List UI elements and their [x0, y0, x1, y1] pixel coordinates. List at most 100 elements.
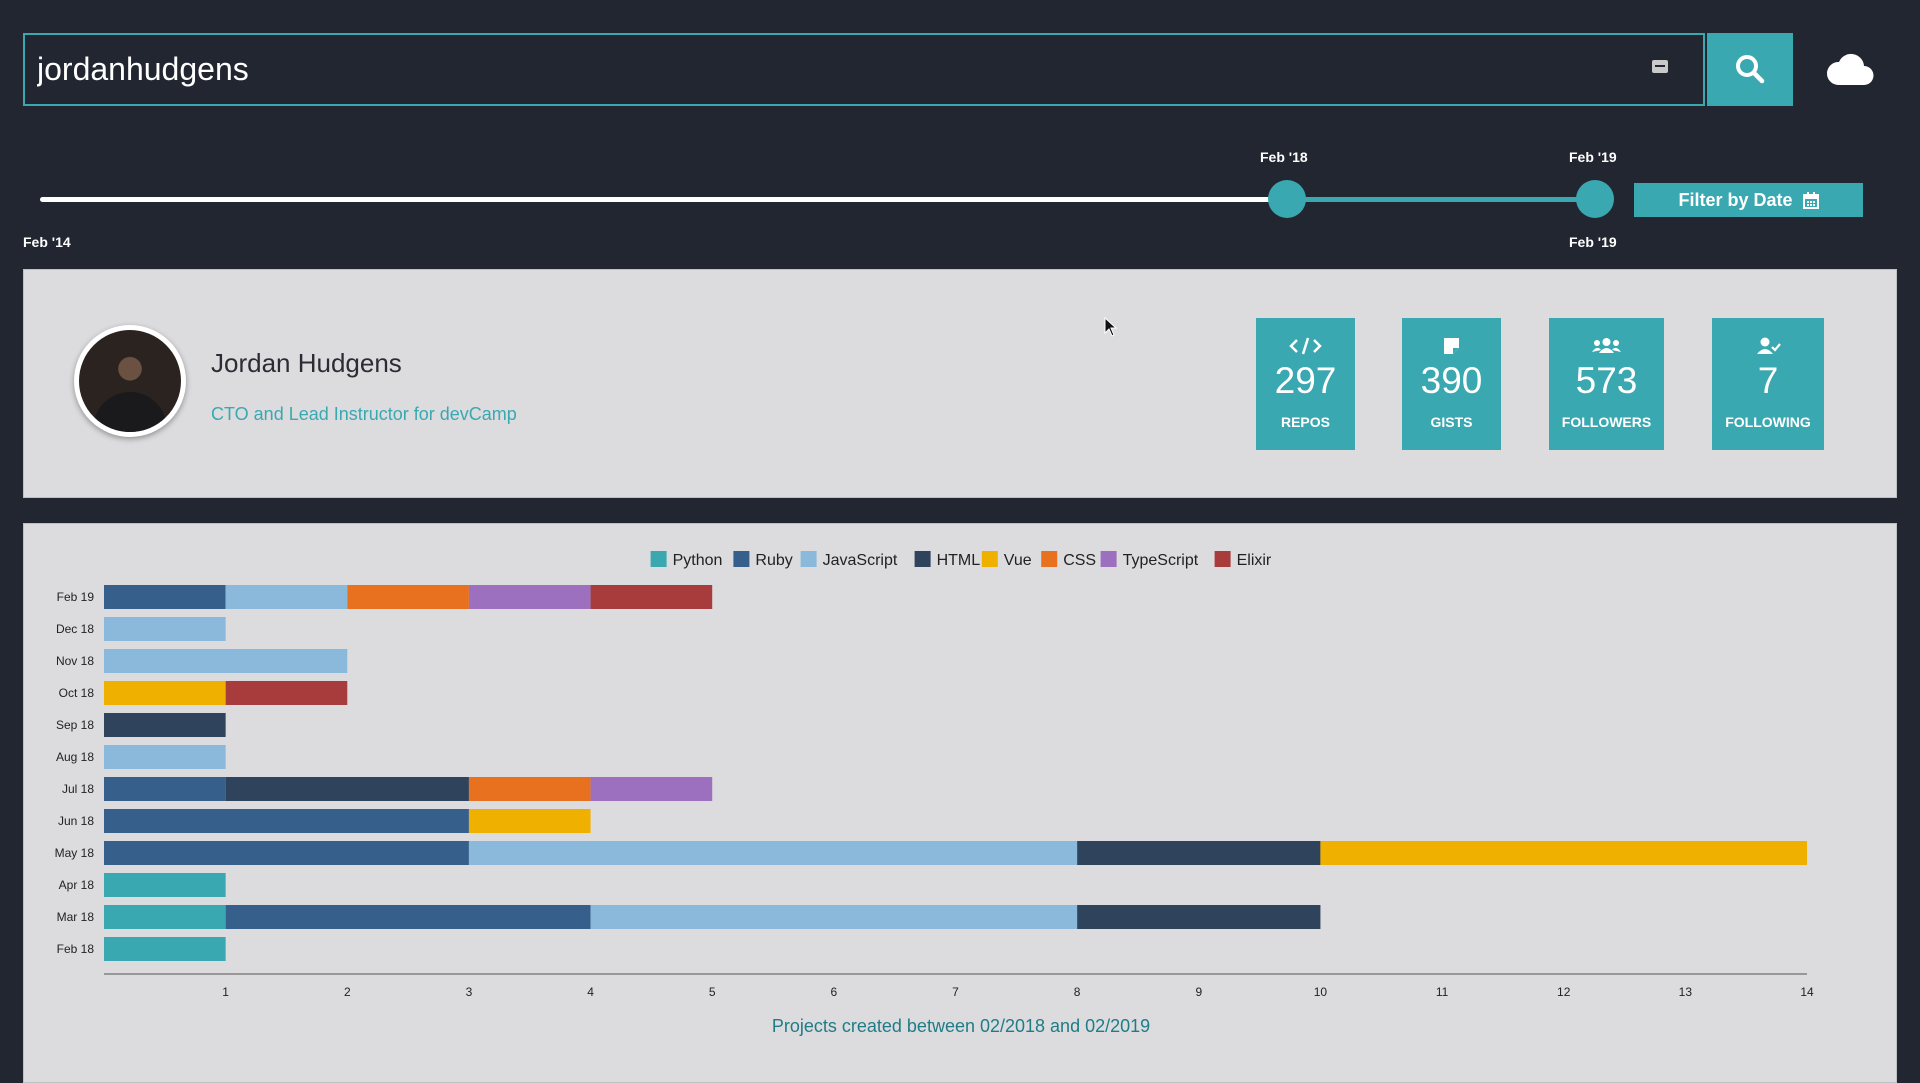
profile-bio: CTO and Lead Instructor for devCamp	[211, 404, 517, 424]
y-tick-label: Sep 18	[56, 718, 94, 732]
stat-repos[interactable]: 297 REPOS	[1256, 318, 1355, 450]
languages-stacked-bar-chart: Python Ruby JavaScript HTML Vue CSS TypeScript…	[55, 551, 1814, 999]
y-tick-label: Jun 18	[58, 814, 94, 828]
legend-label-ruby: Ruby	[755, 552, 792, 569]
stat-following-value: 7	[1757, 360, 1779, 401]
stat-following-label: FOLLOWING	[1725, 414, 1811, 430]
languages-chart-card: Python Ruby JavaScript HTML Vue CSS TypeScript…	[23, 523, 1897, 1083]
legend-swatch-ruby	[733, 551, 750, 567]
stat-followers[interactable]: 573 FOLLOWERS	[1549, 318, 1664, 450]
x-tick-label: 9	[1195, 985, 1202, 999]
search-button[interactable]	[1707, 33, 1793, 106]
bar-segment-javascript	[468, 841, 1078, 865]
sticky-note-icon	[1444, 338, 1459, 354]
y-tick-label: Feb 18	[57, 942, 95, 956]
stat-gists-value: 390	[1420, 360, 1483, 401]
x-tick-label: 3	[466, 985, 473, 999]
avatar-photo-body	[93, 392, 167, 432]
bar-segment-python	[104, 873, 226, 897]
chart-x-axis-label: Projects created between 02/2018 and 02/…	[771, 1016, 1151, 1036]
filter-by-date-button[interactable]: Filter by Date	[1634, 183, 1863, 217]
x-tick-label: 10	[1314, 985, 1328, 999]
x-tick-label: 5	[709, 985, 716, 999]
x-tick-label: 12	[1557, 985, 1571, 999]
search-bar	[23, 33, 1705, 106]
bar-segment-css	[347, 585, 469, 609]
bar-segment-javascript	[104, 649, 348, 673]
x-tick-label: 7	[952, 985, 959, 999]
stat-repos-value: 297	[1274, 360, 1337, 401]
bar-segment-elixir	[590, 585, 713, 609]
bar-segment-ruby	[104, 809, 469, 833]
stat-gists-label: GISTS	[1430, 414, 1473, 430]
y-tick-label: Nov 18	[56, 654, 94, 668]
y-tick-label: Mar 18	[57, 910, 95, 924]
calendar-icon	[1802, 191, 1819, 209]
date-slider-selected-range	[1287, 197, 1595, 202]
x-tick-label: 13	[1679, 985, 1693, 999]
legend-label-typescript: TypeScript	[1123, 552, 1199, 569]
bar-segment-python	[104, 937, 226, 961]
slider-start-label: Feb '14	[23, 234, 71, 250]
bar-segment-html	[1077, 905, 1321, 929]
profile-card: Jordan Hudgens CTO and Lead Instructor f…	[23, 269, 1897, 498]
bar-segment-elixir	[225, 681, 348, 705]
cloud-icon[interactable]	[1826, 52, 1874, 86]
bar-segment-css	[468, 777, 591, 801]
y-tick-label: Dec 18	[56, 622, 94, 636]
x-tick-label: 4	[587, 985, 594, 999]
bar-segment-vue	[468, 809, 591, 833]
legend-swatch-html	[914, 551, 931, 567]
filter-button-label: Filter by Date	[1678, 189, 1793, 210]
bar-segment-javascript	[104, 745, 226, 769]
date-slider-track[interactable]	[40, 197, 1287, 202]
stat-followers-label: FOLLOWERS	[1561, 414, 1652, 430]
legend-swatch-javascript	[800, 551, 817, 567]
y-tick-label: Apr 18	[59, 878, 95, 892]
bar-segment-typescript	[468, 585, 591, 609]
x-tick-label: 11	[1436, 985, 1449, 999]
y-tick-label: Oct 18	[59, 686, 95, 700]
x-tick-label: 8	[1074, 985, 1081, 999]
y-tick-label: May 18	[55, 846, 95, 860]
x-tick-label: 6	[831, 985, 838, 999]
slider-handle-end-label: Feb '19	[1569, 149, 1617, 165]
bar-segment-typescript	[590, 777, 713, 801]
bar-segment-javascript	[104, 617, 226, 641]
y-tick-label: Feb 19	[57, 590, 95, 604]
stat-repos-label: REPOS	[1280, 414, 1330, 430]
slider-handle-end[interactable]	[1576, 180, 1614, 218]
slider-handle-start[interactable]	[1268, 180, 1306, 218]
x-tick-label: 14	[1800, 985, 1814, 999]
users-icon	[1592, 338, 1621, 353]
legend-swatch-python	[650, 551, 667, 567]
x-tick-label: 2	[344, 985, 351, 999]
legend-swatch-elixir	[1214, 551, 1231, 567]
stat-following[interactable]: 7 FOLLOWING	[1712, 318, 1824, 450]
bar-segment-vue	[1320, 841, 1807, 865]
bar-segment-ruby	[104, 585, 226, 609]
avatar	[74, 325, 186, 437]
bar-segment-javascript	[590, 905, 1078, 929]
y-tick-label: Aug 18	[56, 750, 94, 764]
code-icon	[1289, 337, 1322, 355]
x-tick-label: 1	[222, 985, 229, 999]
avatar-photo	[79, 330, 181, 432]
legend-swatch-vue	[981, 551, 998, 567]
legend-label-javascript: JavaScript	[823, 552, 898, 569]
slider-handle-start-label: Feb '18	[1260, 149, 1308, 165]
bar-segment-javascript	[225, 585, 348, 609]
legend-label-python: Python	[673, 552, 723, 569]
keyboard-icon[interactable]	[1652, 60, 1668, 73]
search-icon	[1736, 55, 1765, 84]
bar-segment-html	[1077, 841, 1321, 865]
legend-label-css: CSS	[1063, 552, 1096, 569]
bar-segment-ruby	[104, 777, 226, 801]
legend-label-elixir: Elixir	[1237, 552, 1272, 569]
bar-segment-ruby	[225, 905, 591, 929]
stat-followers-value: 573	[1575, 360, 1638, 401]
mouse-cursor-icon	[1104, 317, 1118, 337]
legend-swatch-css	[1041, 551, 1058, 567]
username-search-input[interactable]	[25, 35, 1705, 104]
stat-gists[interactable]: 390 GISTS	[1402, 318, 1501, 450]
